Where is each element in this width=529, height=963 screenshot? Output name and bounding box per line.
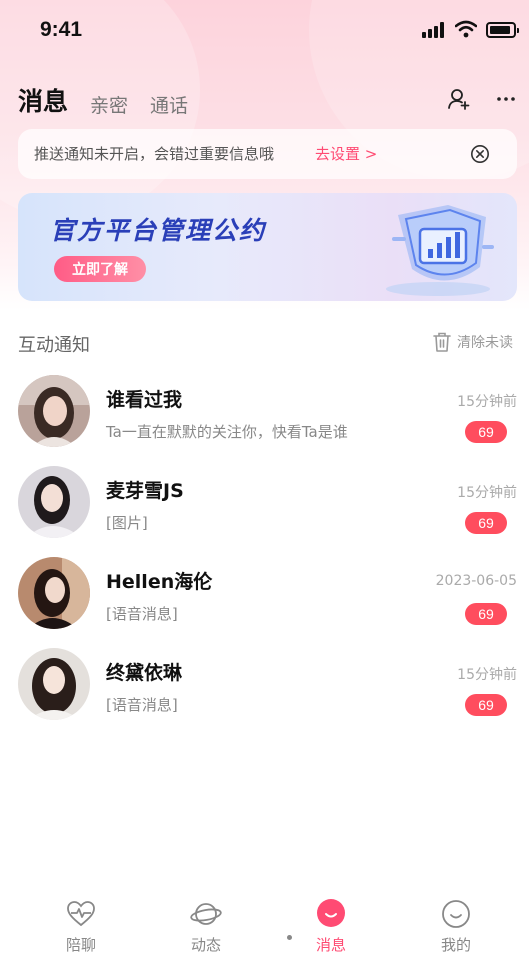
status-bar: 9:41	[0, 0, 529, 60]
indicator-dot	[287, 935, 292, 940]
tab-messages[interactable]: 消息	[18, 82, 68, 118]
heartbeat-icon	[67, 901, 95, 927]
conversation-preview: [图片]	[106, 514, 148, 532]
clear-unread-button[interactable]: 清除未读	[432, 331, 513, 353]
nav-label: 我的	[440, 936, 471, 954]
unread-badge: 69	[465, 603, 507, 625]
platform-rules-banner[interactable]: 官方平台管理公约 立即了解	[18, 193, 517, 301]
trash-icon	[433, 332, 451, 352]
nav-item-chat[interactable]: 陪聊	[41, 898, 121, 958]
go-settings-link[interactable]: 去设置 >	[315, 143, 377, 164]
conversation-preview: [语音消息]	[106, 605, 178, 623]
avatar	[18, 466, 90, 538]
conversation-time: 2023-06-05	[435, 573, 517, 589]
add-user-icon[interactable]	[446, 86, 472, 112]
notify-text: 推送通知未开启，会错过重要信息哦	[34, 145, 275, 163]
nav-label: 动态	[190, 936, 221, 954]
unread-badge: 69	[465, 421, 507, 443]
bottom-nav: 陪聊 动态 消息 我的	[0, 890, 529, 963]
conversation-preview: [语音消息]	[106, 696, 178, 714]
conversation-name: 麦芽雪JS	[106, 480, 184, 502]
message-icon	[317, 899, 345, 927]
signal-icon	[422, 22, 448, 38]
list-item[interactable]: 麦芽雪JS [图片] 15分钟前 69	[0, 466, 529, 556]
header-tabs: 消息 亲密 通话	[18, 78, 210, 118]
wifi-icon	[455, 20, 477, 38]
avatar	[18, 375, 90, 447]
unread-badge: 69	[465, 694, 507, 716]
nav-item-messages[interactable]: 消息	[291, 898, 371, 958]
conversation-name: 终黛依琳	[106, 662, 183, 684]
smile-icon	[442, 900, 470, 928]
conversation-time: 15分钟前	[457, 394, 517, 410]
clear-unread-label: 清除未读	[457, 335, 513, 351]
avatar	[18, 648, 90, 720]
nav-label: 消息	[315, 936, 346, 954]
avatar	[18, 557, 90, 629]
tab-calls[interactable]: 通话	[150, 91, 188, 118]
conversation-preview: Ta一直在默默的关注你，快看Ta是谁	[106, 423, 348, 441]
conversation-name: 谁看过我	[106, 389, 183, 411]
list-item[interactable]: 终黛依琳 [语音消息] 15分钟前 69	[0, 648, 529, 738]
list-item[interactable]: 谁看过我 Ta一直在默默的关注你，快看Ta是谁 15分钟前 69	[0, 375, 529, 465]
close-icon[interactable]	[470, 144, 490, 164]
learn-more-button[interactable]: 立即了解	[54, 256, 146, 282]
more-icon[interactable]	[493, 86, 519, 112]
tab-intimate[interactable]: 亲密	[90, 91, 128, 118]
push-notification-bar: 推送通知未开启，会错过重要信息哦 去设置 >	[18, 129, 517, 179]
status-time: 9:41	[40, 18, 83, 41]
planet-icon	[190, 903, 222, 925]
banner-title: 官方平台管理公约	[50, 216, 267, 245]
conversation-name: Hellen海伦	[106, 571, 213, 593]
battery-icon	[486, 22, 519, 38]
nav-item-profile[interactable]: 我的	[416, 898, 496, 958]
nav-label: 陪聊	[65, 936, 96, 954]
shield-chart-illustration	[386, 205, 494, 296]
section-title: 互动通知	[18, 335, 90, 356]
unread-badge: 69	[465, 512, 507, 534]
conversation-time: 15分钟前	[457, 667, 517, 683]
conversation-time: 15分钟前	[457, 485, 517, 501]
list-item[interactable]: Hellen海伦 [语音消息] 2023-06-05 69	[0, 557, 529, 647]
nav-item-moments[interactable]: 动态	[166, 898, 246, 958]
